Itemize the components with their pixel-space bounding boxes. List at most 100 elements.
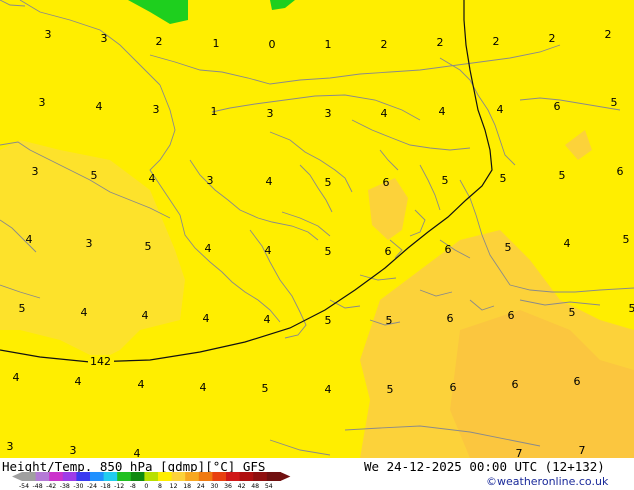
colorbar-swatch [76,472,91,481]
weather-map: 142 3 3 2 1 0 1 2 2 2 2 2 3 4 3 1 3 3 4 4 4 6 5 3 5 4 3 4 5 6 5 5 5 6 4 3 5… [0,0,634,460]
credit-link[interactable]: ©weatheronline.co.uk [486,475,608,488]
temperature-label: 4 [497,103,504,116]
temperature-label: 2 [381,38,388,51]
temperature-label: 5 [91,169,98,182]
temperature-label: 3 [153,103,160,116]
temperature-label: 6 [512,378,519,391]
colorbar: -54 -48 -42 -38 -30 -24 -18 -12 -8 0 8 12 18 24 30 36 42… [12,472,291,489]
colorbar-swatch [144,472,159,481]
temperature-label: 6 [445,243,452,256]
map-footer: Height/Temp. 850 hPa [gdmp][°C] GFS We 2… [0,458,634,490]
temperature-label: 1 [213,37,220,50]
colorbar-tick-label: 42 [238,483,246,489]
colorbar-swatch [171,472,186,481]
temperature-label: 2 [156,35,163,48]
colorbar-tick-label: 48 [251,483,259,489]
temperature-label: 3 [32,165,39,178]
temperature-label: 2 [437,36,444,49]
temperature-label: 5 [629,302,634,315]
colorbar-tick-label: 0 [144,483,148,489]
temperature-label: 5 [325,314,332,327]
temperature-label: 4 [134,447,141,458]
temperature-label: 6 [508,309,515,322]
temperature-label: 3 [7,440,14,453]
temperature-label: 4 [96,100,103,113]
map-canvas: 142 3 3 2 1 0 1 2 2 2 2 2 3 4 3 1 3 3 4 4 4 6 5 3 5 4 3 4 5 6 5 5 5 6 4 3 5… [0,0,634,460]
colorbar-swatch [117,472,132,481]
colorbar-tick-label: -42 [46,483,56,489]
temperature-label: 4 [138,378,145,391]
temperature-label: 3 [101,32,108,45]
colorbar-swatches [12,472,291,481]
contour-label: 142 [90,355,111,368]
colorbar-tick-label: -48 [33,483,43,489]
temperature-label: 2 [493,35,500,48]
temperature-label: 5 [19,302,26,315]
colorbar-swatch [158,472,172,481]
temperature-label: 4 [325,383,332,396]
temperature-label: 5 [500,172,507,185]
temperature-label: 5 [325,245,332,258]
colorbar-tick-label: -30 [73,483,83,489]
temperature-label: 5 [623,233,630,246]
temperature-label: 4 [439,105,446,118]
temperature-label: 5 [611,96,618,109]
temperature-label: 4 [266,175,273,188]
colorbar-arrow-left [12,472,22,481]
colorbar-tick-label: 18 [183,483,191,489]
temperature-label: 5 [505,241,512,254]
temperature-label: 5 [442,174,449,187]
temperature-label: 5 [325,176,332,189]
temperature-label: 3 [267,107,274,120]
colorbar-tick-label: 54 [265,483,273,489]
colorbar-tick-label: 12 [170,483,178,489]
colorbar-swatch [62,472,77,481]
temperature-label: 5 [386,314,393,327]
temperature-label: 3 [325,107,332,120]
colorbar-swatch [90,472,104,481]
colorbar-tick-label: -38 [60,483,70,489]
temperature-label: 2 [605,28,612,41]
colorbar-swatch [239,472,254,481]
colorbar-swatch [185,472,200,481]
colorbar-swatch [130,472,145,481]
temperature-label: 3 [207,174,214,187]
temperature-label: 6 [617,165,624,178]
temperature-label: 5 [262,382,269,395]
temperature-label: 6 [574,375,581,388]
temperature-label: 6 [447,312,454,325]
colorbar-swatch [35,472,50,481]
colorbar-tick-label: 24 [197,483,205,489]
colorbar-tick-label: 8 [158,483,162,489]
temperature-label: 0 [269,38,276,51]
temperature-label: 6 [554,100,561,113]
temperature-label: 4 [81,306,88,319]
temperature-label: 4 [205,242,212,255]
colorbar-swatch [226,472,240,481]
colorbar-ticks: -54 -48 -42 -38 -30 -24 -18 -12 -8 0 8 12 18 24 30 36 42… [19,483,273,489]
temperature-label: 4 [13,371,20,384]
temperature-label: 4 [200,381,207,394]
temperature-label: 5 [569,306,576,319]
colorbar-tick-label: 30 [210,483,218,489]
temperature-label: 4 [564,237,571,250]
colorbar-tick-label: -18 [101,483,111,489]
temperature-label: 5 [387,383,394,396]
colorbar-swatch [212,472,227,481]
colorbar-swatch [253,472,268,481]
temperature-label: 4 [149,172,156,185]
temperature-label: 2 [549,32,556,45]
colorbar-swatch [103,472,118,481]
colorbar-swatch [49,472,64,481]
temperature-label: 4 [264,313,271,326]
temperature-label: 4 [142,309,149,322]
colorbar-tick-label: -54 [19,483,29,489]
temperature-label: 3 [39,96,46,109]
temperature-label: 4 [203,312,210,325]
temperature-label: 4 [265,244,272,257]
temperature-label: 6 [383,176,390,189]
temperature-label: 4 [381,107,388,120]
temperature-label: 6 [450,381,457,394]
colorbar-tick-label: 36 [224,483,232,489]
temperature-label: 3 [45,28,52,41]
